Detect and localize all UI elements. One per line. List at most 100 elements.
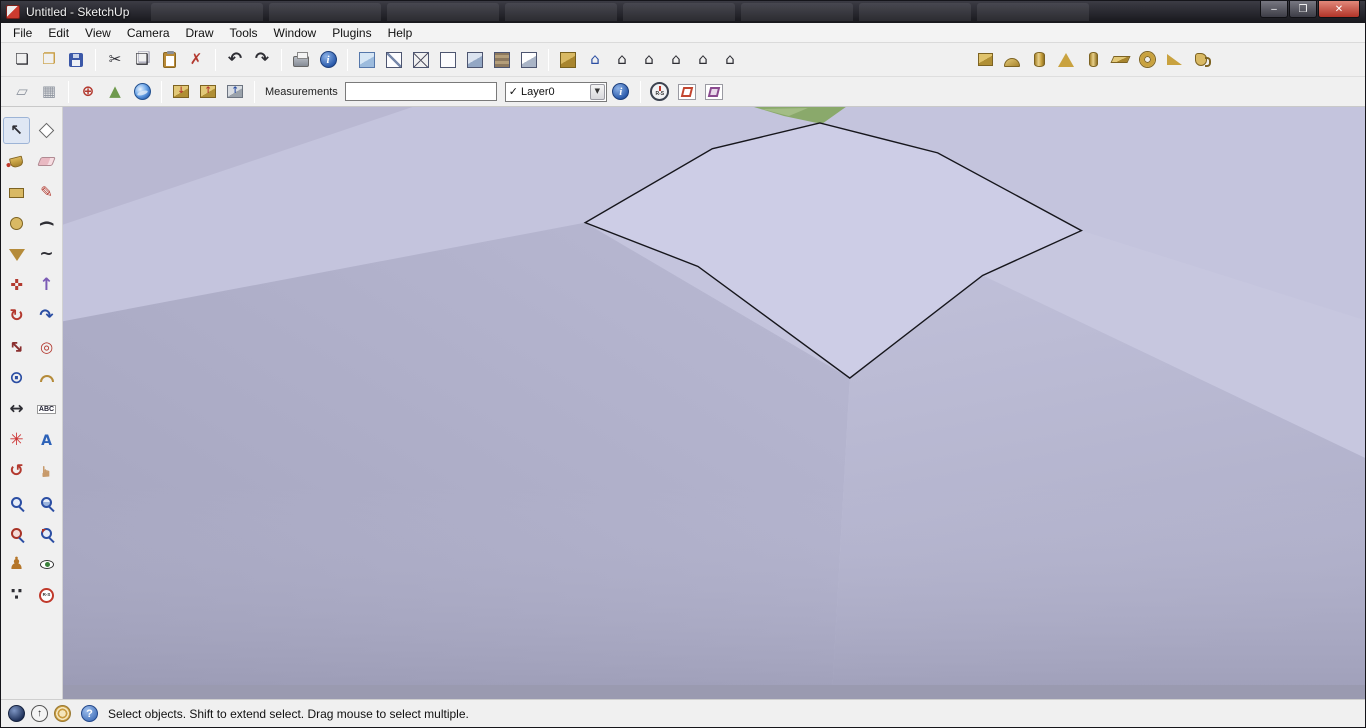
make-component-tool[interactable] <box>33 117 60 144</box>
get-models-button[interactable]: ↓ <box>168 79 194 105</box>
style-back-edges-button[interactable] <box>381 47 407 73</box>
share-model-button[interactable]: ↑ <box>195 79 221 105</box>
paste-button[interactable] <box>156 47 182 73</box>
open-button[interactable]: ❐ <box>36 47 62 73</box>
shape-pitcher-button[interactable] <box>1188 47 1214 73</box>
arc-tool[interactable]: ( <box>33 210 60 237</box>
layer-manager-button[interactable]: i <box>608 79 634 105</box>
move-tool[interactable]: ✜ <box>3 272 30 299</box>
section-cut-display-button[interactable] <box>701 79 727 105</box>
copy-button[interactable]: ❑ <box>129 47 155 73</box>
line-tool[interactable]: ✎ <box>33 179 60 206</box>
shape-dome-button[interactable] <box>999 47 1025 73</box>
menu-view[interactable]: View <box>77 24 119 42</box>
shape-slab-button[interactable] <box>1107 47 1133 73</box>
minimize-button[interactable]: – <box>1260 1 1288 18</box>
status-spiral-button[interactable] <box>54 705 71 722</box>
push-pull-tool[interactable]: ↑ <box>33 272 60 299</box>
shape-cylinder-button[interactable] <box>1026 47 1052 73</box>
shape-box-button[interactable] <box>972 47 998 73</box>
previous-view-tool[interactable] <box>33 520 60 547</box>
circle-tool[interactable] <box>3 210 30 237</box>
menu-plugins[interactable]: Plugins <box>324 24 379 42</box>
menu-edit[interactable]: Edit <box>40 24 77 42</box>
print-button[interactable] <box>288 47 314 73</box>
share-component-button[interactable]: ↑ <box>222 79 248 105</box>
help-icon[interactable]: ? <box>81 705 98 722</box>
view-left-button[interactable]: ⌂ <box>717 47 743 73</box>
position-camera-tool[interactable]: ♟ <box>3 551 30 578</box>
3d-canvas[interactable] <box>63 107 1365 699</box>
text-tool[interactable]: ABC <box>33 396 60 423</box>
style-wireframe-button[interactable] <box>408 47 434 73</box>
left-view-icon: ⌂ <box>725 50 735 68</box>
preview-google-earth-button[interactable] <box>129 79 155 105</box>
cut-button[interactable]: ✂ <box>102 47 128 73</box>
view-top-button[interactable]: ⌂ <box>609 47 635 73</box>
new-button[interactable]: ❏ <box>9 47 35 73</box>
zoom-window-tool[interactable] <box>33 489 60 516</box>
model-info-button[interactable]: i <box>315 47 341 73</box>
status-north-button[interactable]: ↑ <box>31 705 48 722</box>
hide-rest-of-model-button[interactable] <box>555 47 581 73</box>
section-plane-tool[interactable]: R-S <box>33 582 60 609</box>
offset-tool[interactable]: ◎ <box>33 334 60 361</box>
shape-cone-button[interactable] <box>1053 47 1079 73</box>
orbit-tool[interactable]: ↺ <box>3 458 30 485</box>
shape-torus-button[interactable] <box>1134 47 1160 73</box>
layer-dropdown[interactable]: ✓ Layer0 ▼ <box>504 81 607 102</box>
measurements-input[interactable] <box>344 82 497 101</box>
view-back-button[interactable]: ⌂ <box>690 47 716 73</box>
style-xray-button[interactable] <box>354 47 380 73</box>
menu-window[interactable]: Window <box>266 24 325 42</box>
polygon-tool[interactable] <box>3 241 30 268</box>
style-hidden-line-button[interactable] <box>435 47 461 73</box>
axes-tool[interactable]: ✳ <box>3 427 30 454</box>
view-right-button[interactable]: ⌂ <box>663 47 689 73</box>
menu-draw[interactable]: Draw <box>178 24 222 42</box>
freehand-tool[interactable]: ~ <box>33 241 60 268</box>
shape-wedge-button[interactable] <box>1161 47 1187 73</box>
add-location-button[interactable]: ⊕ <box>75 79 101 105</box>
walk-tool[interactable]: ∵ <box>3 582 30 609</box>
scale-tool[interactable]: ↔ <box>3 334 30 361</box>
sandbox-from-scratch-button[interactable]: ▦ <box>36 79 62 105</box>
undo-button[interactable]: ↶ <box>222 47 248 73</box>
shape-tube-button[interactable] <box>1080 47 1106 73</box>
view-iso-button[interactable]: ⌂ <box>582 47 608 73</box>
style-monochrome-button[interactable] <box>516 47 542 73</box>
follow-me-tool[interactable]: ↷ <box>33 303 60 330</box>
close-button[interactable]: ✕ <box>1318 1 1360 18</box>
style-shaded-button[interactable] <box>462 47 488 73</box>
menu-file[interactable]: File <box>5 24 40 42</box>
layer-dropdown-arrow[interactable]: ▼ <box>589 83 605 100</box>
delete-button[interactable]: ✗ <box>183 47 209 73</box>
select-tool[interactable]: ↖ <box>3 117 30 144</box>
menu-tools[interactable]: Tools <box>222 24 266 42</box>
dimension-tool[interactable]: ↔ <box>3 396 30 423</box>
pan-tool[interactable]: ☛ <box>33 458 60 485</box>
redo-button[interactable]: ↷ <box>249 47 275 73</box>
maximize-button[interactable]: ❒ <box>1289 1 1317 18</box>
toggle-terrain-button[interactable]: ▲ <box>102 79 128 105</box>
view-front-button[interactable]: ⌂ <box>636 47 662 73</box>
status-globe-button[interactable] <box>8 705 25 722</box>
menu-help[interactable]: Help <box>380 24 421 42</box>
tape-measure-tool[interactable]: ⊙ <box>3 365 30 392</box>
title-bar[interactable]: Untitled - SketchUp – ❒ ✕ <box>1 1 1365 23</box>
look-around-tool[interactable] <box>33 551 60 578</box>
compass-rs-button[interactable]: R-S <box>647 79 673 105</box>
rectangle-tool[interactable] <box>3 179 30 206</box>
eraser-tool[interactable] <box>33 148 60 175</box>
protractor-tool[interactable] <box>33 365 60 392</box>
sandbox-from-contours-button[interactable]: ▱ <box>9 79 35 105</box>
zoom-tool[interactable] <box>3 489 30 516</box>
style-textured-button[interactable] <box>489 47 515 73</box>
save-button[interactable] <box>63 47 89 73</box>
rotate-tool[interactable]: ↻ <box>3 303 30 330</box>
zoom-extents-tool[interactable] <box>3 520 30 547</box>
paint-bucket-tool[interactable] <box>3 148 30 175</box>
section-plane-display-button[interactable] <box>674 79 700 105</box>
menu-camera[interactable]: Camera <box>119 24 178 42</box>
3d-text-tool[interactable]: A <box>33 427 60 454</box>
